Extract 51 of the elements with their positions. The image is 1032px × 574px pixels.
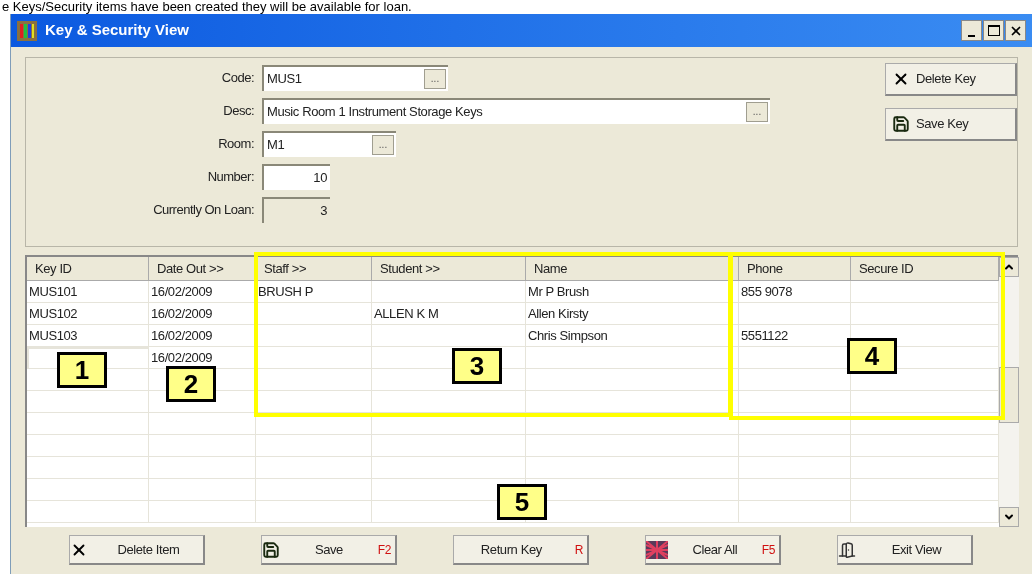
lookup-button[interactable]: ...	[424, 68, 446, 89]
callout-label: 1	[57, 352, 107, 388]
field-label: Room:	[217, 134, 255, 153]
table-cell: MUS102	[27, 303, 149, 325]
input-field[interactable]: 10	[262, 163, 330, 190]
close-button[interactable]	[1005, 20, 1026, 41]
column-header[interactable]: Student >>	[372, 257, 526, 281]
column-header[interactable]: Secure ID	[851, 257, 999, 281]
toolbar-button[interactable]: Clear All F5	[645, 535, 781, 565]
toolbar-button[interactable]: Delete Item	[69, 535, 205, 565]
table-cell: Allen Kirsty	[526, 303, 739, 325]
input-field[interactable]: MUS1 ...	[262, 64, 448, 91]
toolbar-button[interactable]: Return Key R	[453, 535, 589, 565]
table-cell: 16/02/2009	[149, 303, 256, 325]
table-cell: 16/02/2009	[149, 281, 256, 303]
checkered-pattern-icon	[646, 540, 668, 559]
table-cell: 16/02/2009	[149, 325, 256, 347]
input-field[interactable]: Music Room 1 Instrument Storage Keys ...	[262, 97, 770, 124]
column-header[interactable]: Staff >>	[256, 257, 372, 281]
field-label: Desc:	[222, 101, 255, 120]
table-cell: Mr P Brush	[526, 281, 739, 303]
table-cell: ALLEN K M	[372, 303, 526, 325]
document-text: e Keys/Security items have been created they will be available for loan.	[1, 0, 413, 14]
callout-label: 4	[847, 338, 897, 374]
table-cell: MUS101	[27, 281, 149, 303]
field-label: Number:	[206, 167, 255, 186]
toolbar-button[interactable]: Exit View	[837, 535, 973, 565]
window-title: Key & Security View	[45, 20, 190, 41]
callout-label: 5	[497, 484, 547, 520]
toolbar-button[interactable]: Save F2	[261, 535, 397, 565]
lookup-button[interactable]: ...	[372, 134, 394, 155]
minimize-button[interactable]	[961, 20, 982, 41]
app-icon	[17, 20, 37, 41]
lookup-button[interactable]: ...	[746, 101, 768, 122]
table-cell: Chris Simpson	[526, 325, 739, 347]
column-header[interactable]: Date Out >>	[149, 257, 256, 281]
column-header[interactable]: Name	[526, 257, 739, 281]
maximize-button[interactable]	[983, 20, 1004, 41]
table-cell: BRUSH P	[256, 281, 372, 303]
column-header[interactable]: Phone	[739, 257, 851, 281]
table-cell: 855 9078	[739, 281, 851, 303]
input-field[interactable]: M1 ...	[262, 130, 396, 157]
table-cell: MUS103	[27, 325, 149, 347]
column-header[interactable]: Key ID	[27, 257, 149, 281]
door-icon	[838, 540, 856, 559]
save-key-button[interactable]: Save Key	[885, 108, 1017, 141]
delete-key-button[interactable]: Delete Key	[885, 63, 1017, 96]
callout-label: 2	[166, 366, 216, 402]
field-label: Code:	[220, 68, 255, 87]
callout-label: 3	[452, 348, 502, 384]
field-label: Currently On Loan:	[152, 200, 255, 219]
